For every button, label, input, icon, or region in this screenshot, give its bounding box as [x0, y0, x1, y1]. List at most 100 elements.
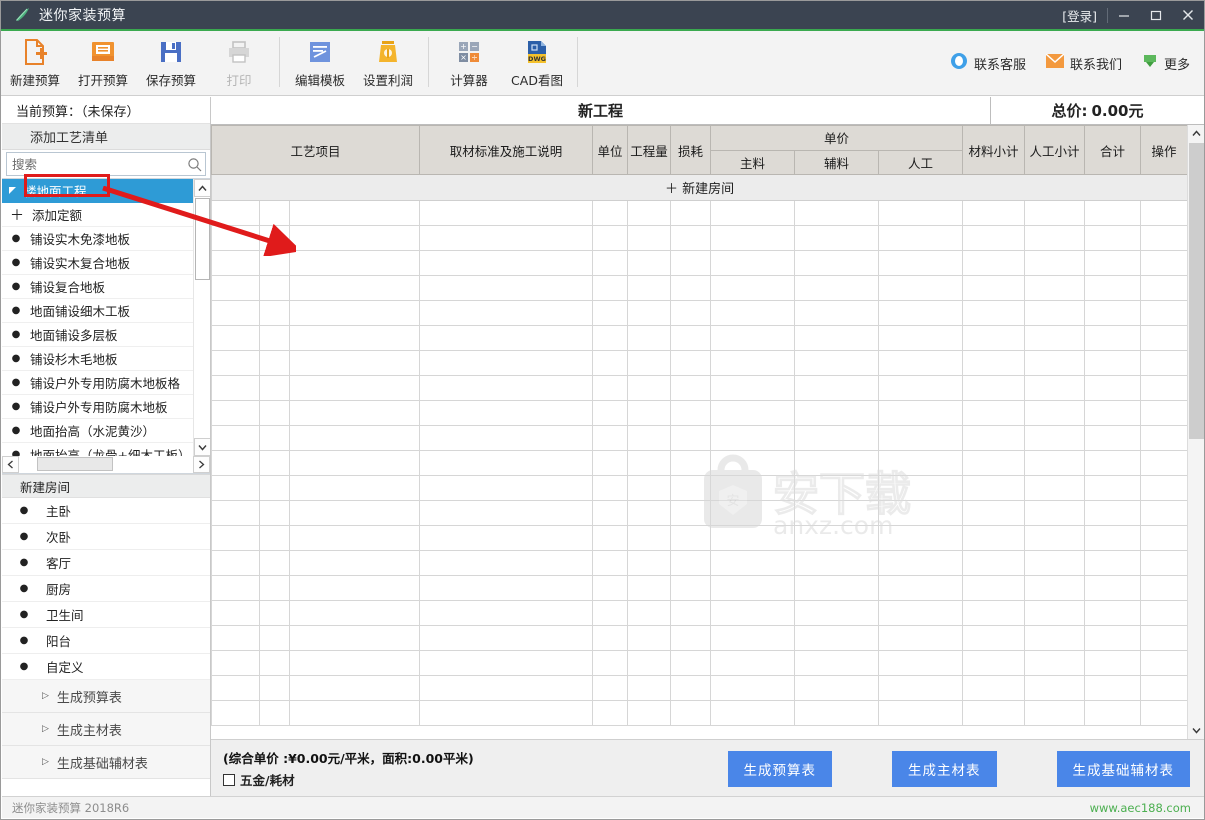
tree-hscroll-track[interactable] — [19, 456, 193, 473]
maximize-icon[interactable] — [1140, 1, 1172, 29]
cell[interactable] — [627, 375, 672, 401]
cell[interactable] — [211, 650, 260, 676]
cell[interactable] — [794, 375, 880, 401]
table-row[interactable] — [211, 225, 1187, 251]
scroll-right-icon[interactable] — [193, 456, 210, 473]
cell[interactable] — [627, 650, 672, 676]
cell[interactable] — [710, 425, 796, 451]
more-button[interactable]: 更多 — [1142, 53, 1190, 73]
cell[interactable] — [794, 400, 880, 426]
cell[interactable] — [1024, 375, 1086, 401]
cell[interactable] — [1140, 550, 1187, 576]
new-room-label[interactable]: ＋ 新建房间 — [211, 174, 1187, 201]
table-row[interactable] — [211, 500, 1187, 526]
cell[interactable] — [794, 550, 880, 576]
cell[interactable] — [1084, 625, 1142, 651]
cell[interactable] — [288, 375, 421, 401]
cell[interactable] — [1024, 250, 1086, 276]
cell[interactable] — [627, 250, 672, 276]
cell[interactable] — [627, 625, 672, 651]
generate-aux-material-action[interactable]: 生成基础辅材表 — [1056, 751, 1190, 787]
tree-horizontal-scrollbar[interactable] — [2, 456, 210, 473]
cell[interactable] — [259, 675, 290, 701]
search-icon[interactable] — [183, 157, 205, 172]
cell[interactable] — [627, 600, 672, 626]
cad-viewer-button[interactable]: DWG CAD看图 — [503, 31, 571, 95]
cell[interactable] — [670, 450, 712, 476]
cell[interactable] — [1084, 525, 1142, 551]
cell[interactable] — [211, 525, 260, 551]
cell[interactable] — [710, 700, 796, 726]
col-craft-item[interactable]: 工艺项目 — [211, 125, 421, 175]
cell[interactable] — [592, 650, 629, 676]
cell[interactable] — [878, 300, 964, 326]
cell[interactable] — [1024, 350, 1086, 376]
list-item[interactable]: ● 铺设户外专用防腐木地板 — [2, 395, 193, 419]
cell[interactable] — [670, 225, 712, 251]
search-box[interactable] — [6, 152, 206, 176]
cell[interactable] — [211, 350, 260, 376]
cell[interactable] — [1024, 700, 1086, 726]
cell[interactable] — [878, 350, 964, 376]
cell[interactable] — [1084, 225, 1142, 251]
cell[interactable] — [259, 375, 290, 401]
cell[interactable] — [419, 575, 594, 601]
cell[interactable] — [878, 425, 964, 451]
table-row[interactable] — [211, 700, 1187, 726]
cell[interactable] — [211, 375, 260, 401]
cell[interactable] — [419, 200, 594, 226]
cell[interactable] — [794, 325, 880, 351]
cell[interactable] — [592, 300, 629, 326]
cell[interactable] — [419, 600, 594, 626]
cell[interactable] — [592, 400, 629, 426]
cell[interactable] — [710, 650, 796, 676]
cell[interactable] — [592, 550, 629, 576]
cell[interactable] — [419, 500, 594, 526]
cell[interactable] — [592, 200, 629, 226]
cell[interactable] — [627, 700, 672, 726]
col-unit[interactable]: 单位 — [592, 125, 629, 175]
cell[interactable] — [710, 525, 796, 551]
cell[interactable] — [211, 675, 260, 701]
col-material-subtotal[interactable]: 材料小计 — [962, 125, 1026, 175]
cell[interactable] — [1084, 600, 1142, 626]
cell[interactable] — [710, 375, 796, 401]
cell[interactable] — [259, 225, 290, 251]
cell[interactable] — [211, 250, 260, 276]
cell[interactable] — [670, 300, 712, 326]
cell[interactable] — [1084, 650, 1142, 676]
cell[interactable] — [1140, 375, 1187, 401]
search-input[interactable] — [7, 156, 183, 172]
cell[interactable] — [962, 375, 1026, 401]
cell[interactable] — [670, 400, 712, 426]
col-total[interactable]: 合计 — [1084, 125, 1142, 175]
col-labor-subtotal[interactable]: 人工小计 — [1024, 125, 1086, 175]
cell[interactable] — [962, 550, 1026, 576]
tree-vertical-scrollbar[interactable] — [193, 179, 210, 456]
cell[interactable] — [710, 300, 796, 326]
cell[interactable] — [794, 200, 880, 226]
cell[interactable] — [419, 700, 594, 726]
cell[interactable] — [878, 550, 964, 576]
cell[interactable] — [710, 475, 796, 501]
cell[interactable] — [794, 575, 880, 601]
cell[interactable] — [288, 625, 421, 651]
calculator-button[interactable]: + − × ÷ 计算器 — [435, 31, 503, 95]
cell[interactable] — [962, 250, 1026, 276]
cell[interactable] — [670, 700, 712, 726]
cell[interactable] — [627, 275, 672, 301]
cell[interactable] — [288, 225, 421, 251]
close-icon[interactable] — [1172, 1, 1204, 29]
cell[interactable] — [710, 250, 796, 276]
cell[interactable] — [1024, 600, 1086, 626]
list-item[interactable]: ● 地面抬高（龙骨+细木工板） — [2, 443, 193, 456]
cell[interactable] — [259, 300, 290, 326]
minimize-icon[interactable] — [1108, 1, 1140, 29]
cell[interactable] — [259, 550, 290, 576]
cell[interactable] — [710, 625, 796, 651]
cell[interactable] — [794, 225, 880, 251]
cell[interactable] — [419, 275, 594, 301]
cell[interactable] — [288, 675, 421, 701]
cell[interactable] — [1084, 300, 1142, 326]
cell[interactable] — [670, 425, 712, 451]
